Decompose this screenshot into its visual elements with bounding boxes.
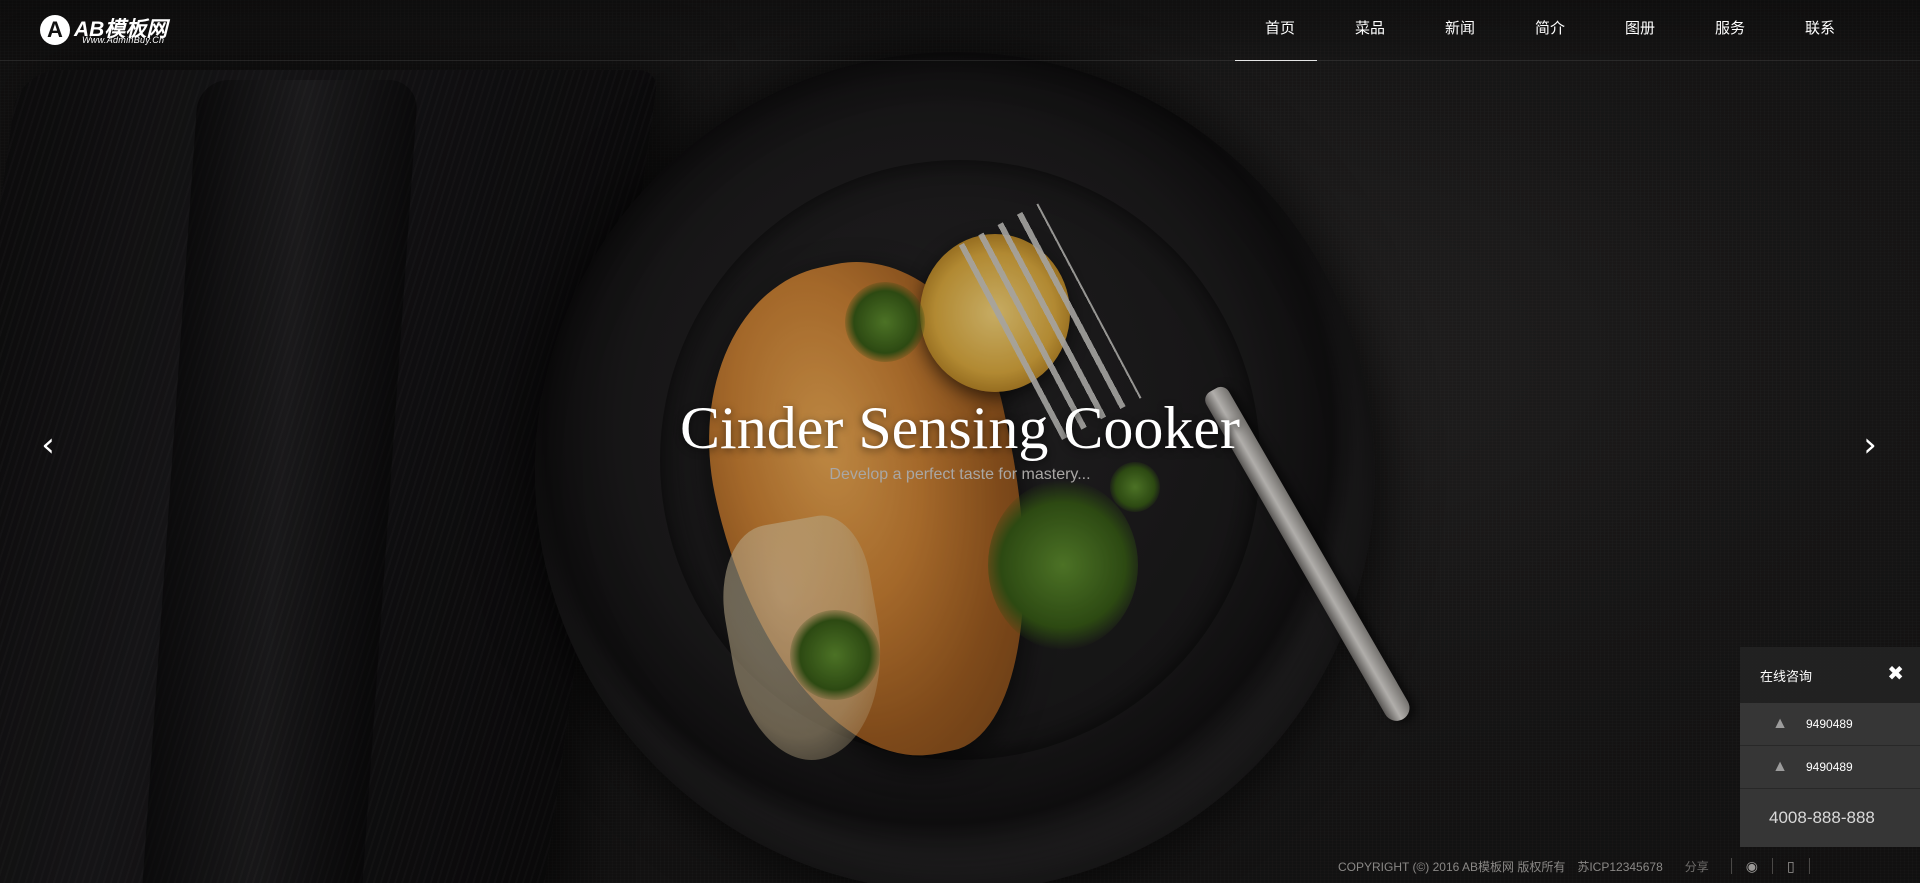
qq-icon: ▲ <box>1772 758 1788 775</box>
nav-item-dishes[interactable]: 菜品 <box>1325 0 1415 60</box>
icp-text[interactable]: 苏ICP12345678 <box>1577 858 1662 875</box>
nav-item-news[interactable]: 新闻 <box>1415 0 1505 60</box>
divider <box>1808 858 1810 874</box>
weibo-icon[interactable]: ◉ <box>1746 858 1758 875</box>
nav-item-about[interactable]: 简介 <box>1505 0 1595 60</box>
site-footer: COPYRIGHT (©) 2016 AB模板网 版权所有 苏ICP123456… <box>1338 856 1824 876</box>
nav-item-contact[interactable]: 联系 <box>1775 0 1865 60</box>
nav-item-gallery[interactable]: 图册 <box>1595 0 1685 60</box>
mobile-icon[interactable]: ▯ <box>1787 858 1795 875</box>
nav-item-home[interactable]: 首页 <box>1235 0 1325 61</box>
consult-body: ▲ 9490489 ▲ 9490489 4008-888-888 <box>1740 703 1920 847</box>
chevron-right-icon[interactable]: › <box>1850 425 1890 465</box>
online-consult-panel: 在线咨询 ✖ ▲ 9490489 ▲ 9490489 4008-888-888 <box>1740 647 1920 847</box>
consult-header: 在线咨询 ✖ <box>1740 647 1920 703</box>
qq-number: 9490489 <box>1806 760 1853 774</box>
slide-subtitle: Develop a perfect taste for mastery... <box>829 466 1091 483</box>
qq-contact-row[interactable]: ▲ 9490489 <box>1740 703 1920 746</box>
site-header: A AB模板网 Www.AdminBuy.Cn 首页 菜品 新闻 简介 图册 服… <box>0 0 1920 61</box>
copyright-text: COPYRIGHT (©) 2016 AB模板网 版权所有 <box>1338 859 1566 874</box>
page: A AB模板网 Www.AdminBuy.Cn 首页 菜品 新闻 简介 图册 服… <box>0 0 1920 883</box>
slide-title: Cinder Sensing Cooker <box>680 395 1240 461</box>
logo-mark-icon: A <box>40 15 70 45</box>
logo-domain: Www.AdminBuy.Cn <box>82 35 165 45</box>
main-nav: 首页 菜品 新闻 简介 图册 服务 联系 <box>1235 0 1865 61</box>
chevron-left-icon[interactable]: ‹ <box>28 425 68 465</box>
consult-phone: 4008-888-888 <box>1769 808 1875 827</box>
qq-icon: ▲ <box>1772 715 1788 732</box>
qq-number: 9490489 <box>1806 717 1853 731</box>
divider <box>1771 858 1773 874</box>
consult-title: 在线咨询 <box>1760 669 1813 684</box>
close-icon[interactable]: ✖ <box>1887 661 1904 685</box>
qq-contact-row[interactable]: ▲ 9490489 <box>1740 746 1920 789</box>
divider <box>1730 858 1732 874</box>
nav-item-service[interactable]: 服务 <box>1685 0 1775 60</box>
share-label: 分享 <box>1684 859 1709 874</box>
